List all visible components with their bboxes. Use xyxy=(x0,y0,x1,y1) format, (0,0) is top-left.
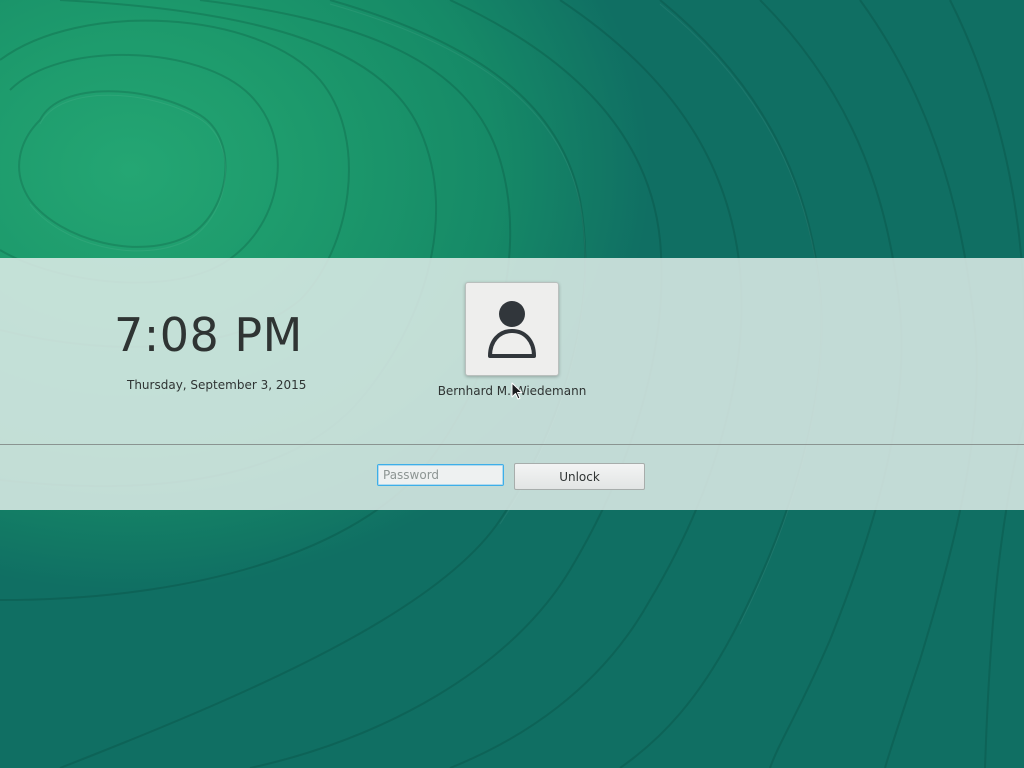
clock-time: 7:08 PM xyxy=(114,308,303,362)
user-silhouette-icon xyxy=(488,301,536,358)
divider-line xyxy=(0,444,1024,445)
user-avatar[interactable] xyxy=(465,282,559,376)
arrow-pointer-icon xyxy=(511,382,523,400)
unlock-button[interactable]: Unlock xyxy=(514,463,645,490)
password-input[interactable] xyxy=(377,464,504,486)
clock-date: Thursday, September 3, 2015 xyxy=(127,378,307,392)
